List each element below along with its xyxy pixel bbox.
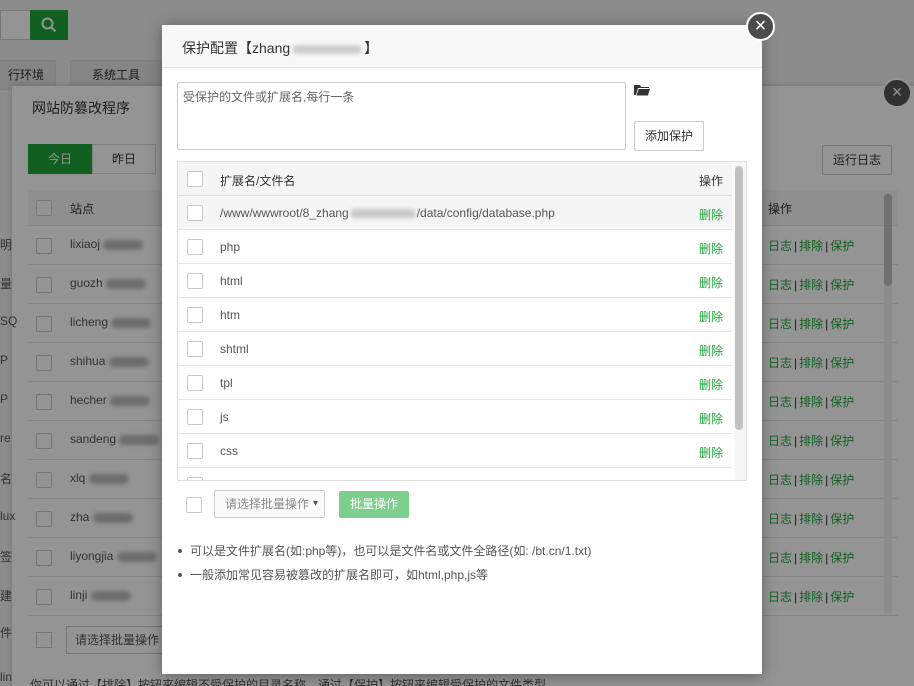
- item-checkbox[interactable]: [187, 409, 203, 425]
- dialog-title-text: 保护配置【zhang: [182, 40, 291, 56]
- add-protect-button[interactable]: 添加保护: [634, 121, 704, 151]
- protected-item-row: js 删除: [178, 400, 732, 434]
- item-name-cell: /www/wwwroot/8_zhang/data/config/databas…: [220, 206, 555, 220]
- delete-link[interactable]: 删除: [699, 206, 723, 223]
- item-checkbox[interactable]: [187, 273, 203, 289]
- item-name: css: [220, 444, 238, 458]
- item-checkbox[interactable]: [187, 205, 203, 221]
- protect-path-input[interactable]: [177, 82, 626, 150]
- item-checkbox[interactable]: [187, 341, 203, 357]
- protected-item-row: css 删除: [178, 434, 732, 468]
- help-tips: 可以是文件扩展名(如:php等)，也可以是文件名或文件全路径(如: /bt.cn…: [176, 543, 591, 591]
- delete-link[interactable]: 删除: [699, 376, 723, 393]
- protected-item-row: php 删除: [178, 230, 732, 264]
- close-icon[interactable]: ×: [746, 12, 775, 41]
- protected-item-row: /www/wwwroot/8_zhang/data/config/databas…: [178, 196, 732, 230]
- dialog-title: 保护配置【zhang 】: [182, 38, 378, 58]
- delete-link[interactable]: 删除: [699, 342, 723, 359]
- batch-action-button[interactable]: 批量操作: [339, 491, 409, 518]
- batch-action-select[interactable]: 请选择批量操作 ▾: [214, 490, 325, 518]
- delete-link[interactable]: 删除: [699, 274, 723, 291]
- item-name-cell: js: [220, 410, 229, 424]
- list-scrollbar-thumb[interactable]: [735, 166, 743, 430]
- protect-config-dialog: 保护配置【zhang 】 添加保护 扩展名/文件名 操作 /www/wwwroot…: [162, 25, 762, 674]
- item-name: tpl: [220, 376, 233, 390]
- delete-link[interactable]: 删除: [699, 240, 723, 257]
- item-checkbox[interactable]: [187, 443, 203, 459]
- item-name: js: [220, 410, 229, 424]
- item-name-cell: css: [220, 444, 238, 458]
- col-op-header: 操作: [699, 174, 724, 188]
- delete-link[interactable]: 删除: [699, 308, 723, 325]
- protected-item-row: tpl 删除: [178, 366, 732, 400]
- protected-list-header: 扩展名/文件名 操作: [178, 162, 732, 196]
- tip-item: 可以是文件扩展名(如:php等)，也可以是文件名或文件全路径(如: /bt.cn…: [176, 543, 591, 559]
- item-name-tail: /data/config/database.php: [416, 206, 555, 220]
- item-name-cell: php: [220, 240, 240, 254]
- item-name: shtml: [220, 342, 249, 356]
- col-name-header: 扩展名/文件名: [220, 174, 296, 188]
- delete-link[interactable]: 删除: [699, 410, 723, 427]
- protected-item-row: html 删除: [178, 264, 732, 298]
- item-name: /www/wwwroot/8_zhang: [220, 206, 349, 220]
- item-name: htm: [220, 308, 241, 322]
- item-name-cell: html: [220, 274, 243, 288]
- item-checkbox[interactable]: [187, 239, 203, 255]
- batch-select-placeholder: 请选择批量操作: [225, 497, 310, 511]
- folder-open-icon[interactable]: [634, 83, 650, 97]
- delete-link[interactable]: 删除: [699, 478, 723, 480]
- item-name: php: [220, 240, 241, 254]
- protected-list: 扩展名/文件名 操作 /www/wwwroot/8_zhang/data/con…: [177, 161, 747, 481]
- dialog-title-suffix: 】: [364, 40, 379, 56]
- item-checkbox[interactable]: [187, 477, 203, 480]
- protected-item-row: shtml 删除: [178, 332, 732, 366]
- tip-item: 一般添加常见容易被篡改的扩展名即可，如html,php,js等: [176, 567, 591, 583]
- item-checkbox[interactable]: [187, 307, 203, 323]
- protected-item-row: 删除: [178, 468, 732, 480]
- select-all-checkbox[interactable]: [187, 171, 203, 187]
- dialog-header: 保护配置【zhang 】: [162, 25, 762, 68]
- item-checkbox[interactable]: [187, 375, 203, 391]
- protected-item-row: htm 删除: [178, 298, 732, 332]
- batch-checkbox[interactable]: [186, 497, 202, 513]
- item-name: html: [220, 274, 243, 288]
- item-name-cell: htm: [220, 308, 240, 322]
- chevron-down-icon: ▾: [312, 498, 318, 509]
- item-name-cell: shtml: [220, 342, 249, 356]
- item-name-cell: tpl: [220, 376, 233, 390]
- delete-link[interactable]: 删除: [699, 444, 723, 461]
